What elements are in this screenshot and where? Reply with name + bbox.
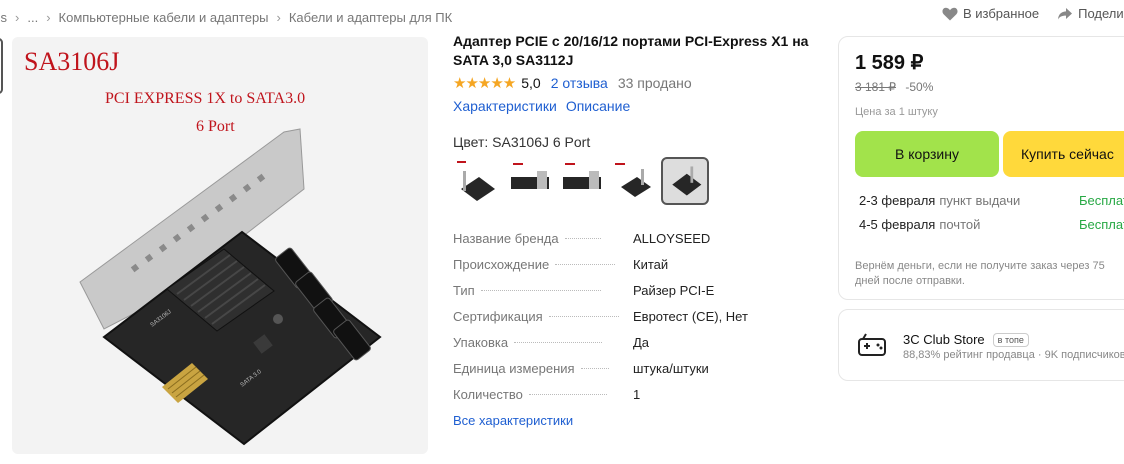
store-name: 3C Club Store [903,332,985,347]
product-title: Адаптер PCIE с 20/16/12 портами PCI-Expr… [453,33,809,68]
buy-now-button[interactable]: Купить сейчас [1003,131,1124,177]
reviews-link[interactable]: 2 отзыва [551,75,608,91]
store-name-row: 3C Club Store в топе [903,332,1029,347]
variant-picker [453,157,709,205]
photo-caption-line2: 6 Port [196,118,235,135]
price-per-unit: Цена за 1 штуку [855,106,938,118]
photo-caption-line1: PCI EXPRESS 1X to SATA3.0 [105,90,305,107]
discount-badge: -50% [905,80,934,94]
subscriber-count: 9K подписчиков [1044,349,1124,361]
variant-option-1[interactable] [453,157,501,205]
star-rating-icon: ★★★★★ [453,75,516,92]
top-badge: в топе [992,332,1029,347]
tab-description[interactable]: Описание [566,98,630,114]
variant-option-2[interactable] [505,157,553,205]
add-to-cart-button[interactable]: В корзину [855,131,999,177]
variant-thumbnail-image [615,163,651,197]
current-price: 1 589 ₽ [855,52,924,74]
delivery-option: 4-5 февраляпочтойБесплатно [859,217,1124,232]
photo-model-label: SA3106J [24,47,119,76]
breadcrumb-item-4[interactable]: Кабели и адаптеры для ПК [289,10,452,25]
spec-list: Название бренда ALLOYSEED Происхождение Ки… [453,231,783,413]
color-value: SA3106J 6 Port [492,134,591,150]
spec-row: Тип Райзер PCI-E [453,283,715,298]
seller-rating: 88,83% рейтинг продавца [903,349,1035,361]
tab-characteristics[interactable]: Характеристики [453,98,557,114]
breadcrumb-item-1[interactable]: ss [0,10,7,25]
buy-card: 1 589 ₽ 3 181 ₽ -50% Цена за 1 штуку В к… [838,36,1124,300]
spec-row: Название бренда ALLOYSEED [453,231,711,246]
share-icon [1058,7,1073,19]
product-photo[interactable]: SA3106J SATA 3.0 SA3106J PCI EXPRESS 1X … [12,37,428,454]
variant-option-4[interactable] [609,157,657,205]
breadcrumb-separator-icon: › [276,9,281,25]
gallery-thumbnail[interactable] [0,38,3,94]
spec-row: Сертификация Евротест (CE), Нет [453,309,748,324]
top-actions: В избранное Подели [942,6,1124,21]
favorites-button[interactable]: В избранное [942,6,1039,21]
store-meta: 88,83% рейтинг продавца · 9K подписчиков [903,349,1124,361]
money-back-guarantee: Вернём деньги, если не получите заказ че… [855,260,1105,287]
pcie-card-illustration: SA3106J SATA 3.0 SA3106J PCI EXPRESS 1X … [24,47,382,446]
product-tabs: Характеристики Описание [453,98,630,114]
rating-value: 5,0 [521,75,541,91]
color-selection-label: Цвет: SA3106J 6 Port [453,134,591,150]
breadcrumb-separator-icon: › [15,9,20,25]
breadcrumb-separator-icon: › [46,9,51,25]
breadcrumb-item-3[interactable]: Компьютерные кабели и адаптеры [59,10,269,25]
spec-row: Количество 1 [453,387,641,402]
heart-icon [942,7,958,20]
spec-row: Происхождение Китай [453,257,669,272]
variant-option-3[interactable] [557,157,605,205]
spec-row: Упаковка Да [453,335,650,350]
breadcrumb: ss › ... › Компьютерные кабели и адаптер… [0,8,452,26]
breadcrumb-item-2[interactable]: ... [27,10,38,25]
variant-thumbnail-image [563,163,601,189]
store-card[interactable]: 3C Club Store в топе 88,83% рейтинг прод… [838,309,1124,381]
all-specs-link[interactable]: Все характеристики [453,413,573,428]
variant-option-5[interactable] [661,157,709,205]
variant-thumbnail-image [672,166,702,196]
old-price: 3 181 ₽ [855,80,896,94]
share-button[interactable]: Подели [1057,6,1124,21]
gamepad-store-icon [858,333,886,356]
variant-thumbnail-image [457,161,495,201]
variant-thumbnail-image [511,163,549,189]
rating-row: ★★★★★ 5,0 2 отзыва 33 продано [453,74,692,92]
old-price-row: 3 181 ₽ -50% [855,80,933,94]
delivery-option: 2-3 февраляпункт выдачиБесплатно [859,193,1124,208]
spec-row: Единица измерения штука/штуки [453,361,709,376]
sold-count: 33 продано [617,75,692,91]
